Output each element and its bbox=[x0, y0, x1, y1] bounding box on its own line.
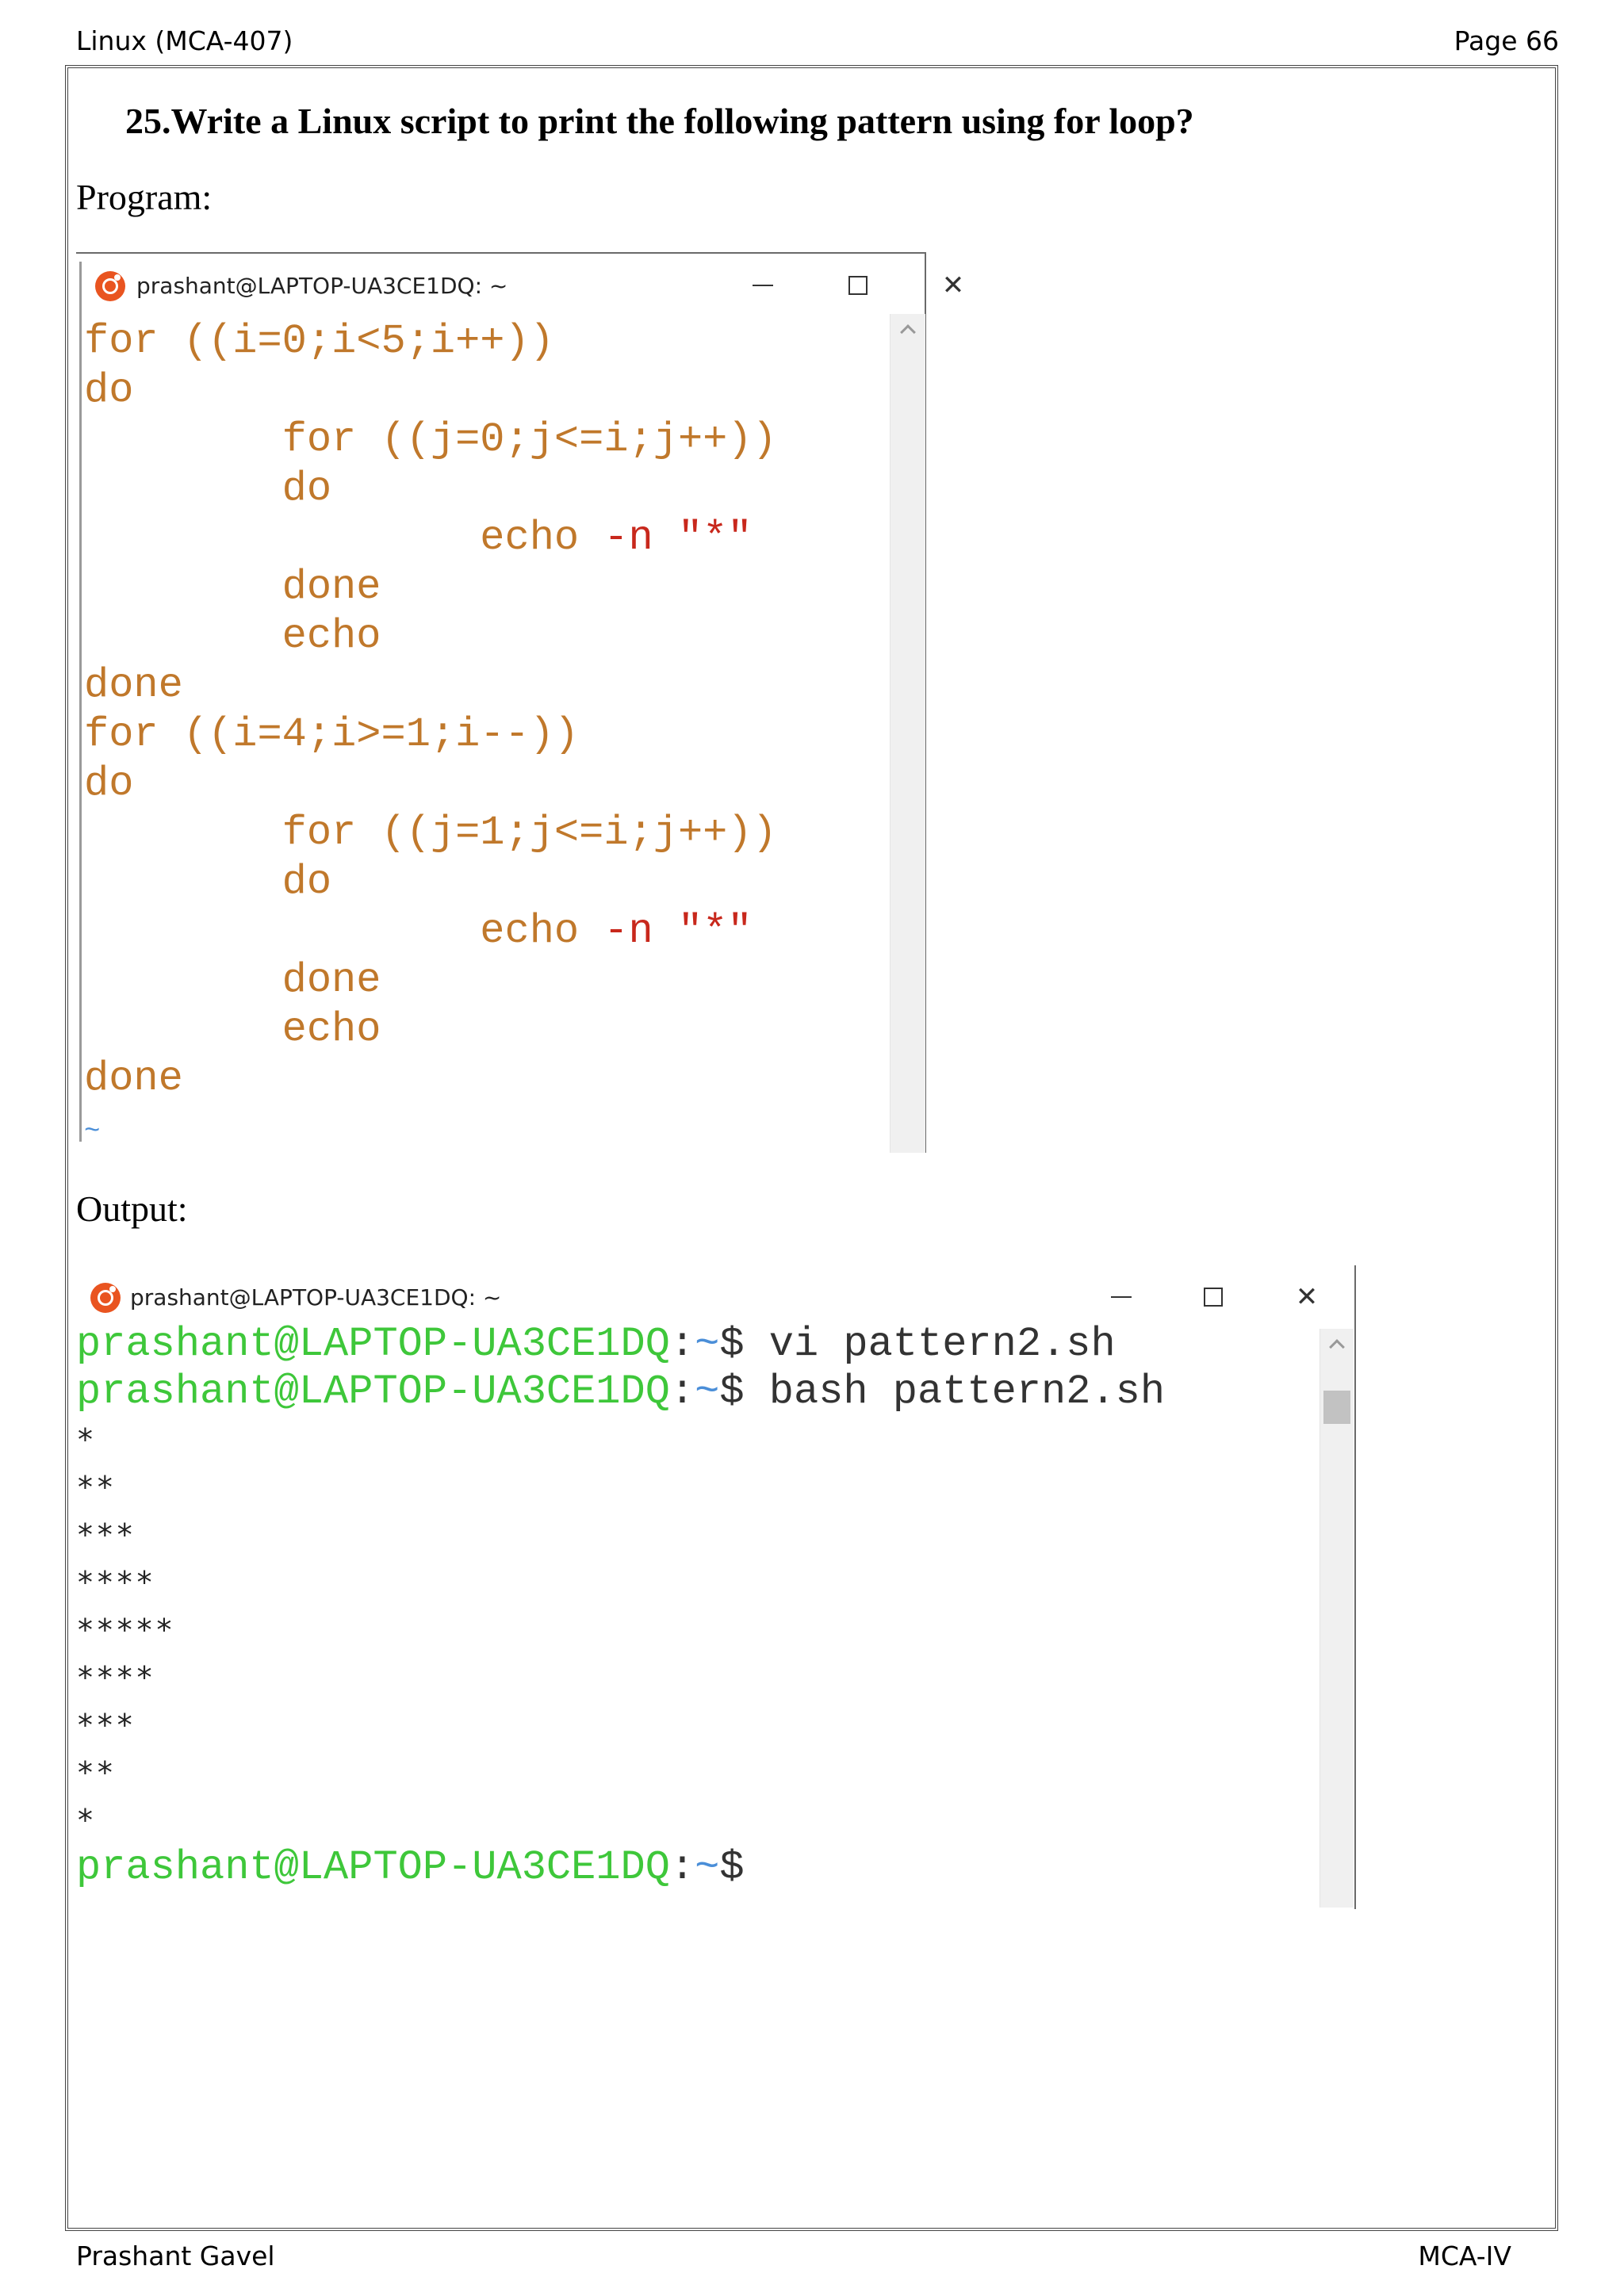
command-text: bash pattern2.sh bbox=[744, 1368, 1166, 1415]
code-keyword: for bbox=[282, 809, 357, 856]
maximize-button[interactable] bbox=[834, 265, 882, 306]
code-text: do bbox=[282, 465, 332, 512]
terminal-line: prashant@LAPTOP-UA3CE1DQ:~$ vi pattern2.… bbox=[76, 1321, 1165, 1368]
output-window-title: prashant@LAPTOP-UA3CE1DQ: ~ bbox=[130, 1284, 502, 1311]
code-keyword: for bbox=[282, 416, 357, 463]
minimize-button[interactable] bbox=[739, 265, 787, 306]
window-left-edge bbox=[79, 262, 82, 1142]
star-row: *** bbox=[76, 1517, 136, 1552]
prompt-path: ~ bbox=[695, 1321, 720, 1368]
star-row: **** bbox=[76, 1660, 155, 1695]
code-string: "*" bbox=[677, 908, 753, 955]
output-terminal-window: prashant@LAPTOP-UA3CE1DQ: ~ prashant@LAP… bbox=[76, 1265, 1356, 1909]
terminal-line: prashant@LAPTOP-UA3CE1DQ:~$ bash pattern… bbox=[76, 1368, 1165, 1416]
close-button[interactable] bbox=[1283, 1276, 1331, 1318]
program-scrollbar[interactable] bbox=[890, 314, 925, 1153]
code-text: echo bbox=[282, 1006, 381, 1053]
program-window-titlebar[interactable]: prashant@LAPTOP-UA3CE1DQ: ~ bbox=[76, 254, 925, 319]
prompt-colon: : bbox=[669, 1321, 695, 1368]
prompt-user: prashant@LAPTOP-UA3CE1DQ bbox=[76, 1368, 670, 1415]
minimize-button[interactable] bbox=[1097, 1276, 1145, 1318]
star-row: ** bbox=[76, 1470, 116, 1505]
prompt-user: prashant@LAPTOP-UA3CE1DQ bbox=[76, 1844, 670, 1891]
code-text: do bbox=[84, 367, 134, 414]
code-flag: -n bbox=[603, 908, 653, 955]
code-keyword: for bbox=[84, 711, 159, 758]
code-command: echo bbox=[480, 515, 580, 561]
prompt-user: prashant@LAPTOP-UA3CE1DQ bbox=[76, 1321, 670, 1368]
star-row: * bbox=[76, 1422, 96, 1457]
code-text: done bbox=[84, 662, 183, 709]
header-course: Linux (MCA-407) bbox=[76, 25, 293, 56]
code-text: done bbox=[282, 957, 381, 1004]
program-window-title: prashant@LAPTOP-UA3CE1DQ: ~ bbox=[136, 273, 508, 299]
code-text: ((j=1;j<=i;j++)) bbox=[381, 809, 777, 856]
terminal-output: prashant@LAPTOP-UA3CE1DQ:~$ vi pattern2.… bbox=[76, 1321, 1165, 1892]
prompt-path: ~ bbox=[695, 1844, 720, 1891]
program-code: for ((i=0;i<5;i++)) do for ((j=0;j<=i;j+… bbox=[84, 317, 777, 1157]
scroll-up-icon[interactable] bbox=[1320, 1332, 1354, 1356]
program-label: Program: bbox=[76, 177, 213, 217]
star-row: *** bbox=[76, 1708, 136, 1743]
code-text: echo bbox=[282, 613, 381, 660]
prompt-colon: : bbox=[669, 1844, 695, 1891]
code-text: ((i=0;i<5;i++)) bbox=[182, 318, 554, 365]
prompt-dollar: $ bbox=[719, 1368, 745, 1415]
command-text: vi pattern2.sh bbox=[744, 1321, 1116, 1368]
code-flag: -n bbox=[603, 515, 653, 561]
scroll-up-icon[interactable] bbox=[891, 317, 925, 341]
star-row: ** bbox=[76, 1755, 116, 1790]
prompt-colon: : bbox=[669, 1368, 695, 1415]
footer-author: Prashant Gavel bbox=[76, 2241, 275, 2271]
star-row: ***** bbox=[76, 1613, 175, 1647]
code-command: echo bbox=[480, 908, 580, 955]
vim-tilde: ~ bbox=[84, 1117, 101, 1147]
terminal-line: prashant@LAPTOP-UA3CE1DQ:~$ bbox=[76, 1844, 1165, 1892]
prompt-path: ~ bbox=[695, 1368, 720, 1415]
star-row: * bbox=[76, 1803, 96, 1838]
code-text: ((i=4;i>=1;i--)) bbox=[182, 711, 580, 758]
header-page-number: Page 66 bbox=[1454, 25, 1559, 56]
code-text: done bbox=[282, 564, 381, 610]
maximize-button[interactable] bbox=[1189, 1276, 1237, 1318]
code-text: do bbox=[84, 760, 134, 807]
output-label: Output: bbox=[76, 1188, 188, 1229]
question-title: 25.Write a Linux script to print the fol… bbox=[125, 101, 1194, 141]
code-string: "*" bbox=[677, 515, 753, 561]
prompt-dollar: $ bbox=[719, 1321, 745, 1368]
program-terminal-window: prashant@LAPTOP-UA3CE1DQ: ~ for ((i=0;i<… bbox=[76, 252, 926, 1153]
output-scrollbar[interactable] bbox=[1320, 1329, 1354, 1908]
scroll-thumb[interactable] bbox=[1323, 1391, 1350, 1424]
code-text: do bbox=[282, 859, 332, 905]
prompt-dollar: $ bbox=[719, 1844, 745, 1891]
code-keyword: for bbox=[84, 318, 159, 365]
code-text: done bbox=[84, 1055, 183, 1102]
ubuntu-icon bbox=[90, 1283, 121, 1313]
code-text: ((j=0;j<=i;j++)) bbox=[381, 416, 777, 463]
ubuntu-icon bbox=[95, 271, 125, 301]
star-row: **** bbox=[76, 1565, 155, 1600]
footer-class: MCA-IV bbox=[1418, 2241, 1511, 2271]
close-button[interactable] bbox=[929, 265, 977, 306]
